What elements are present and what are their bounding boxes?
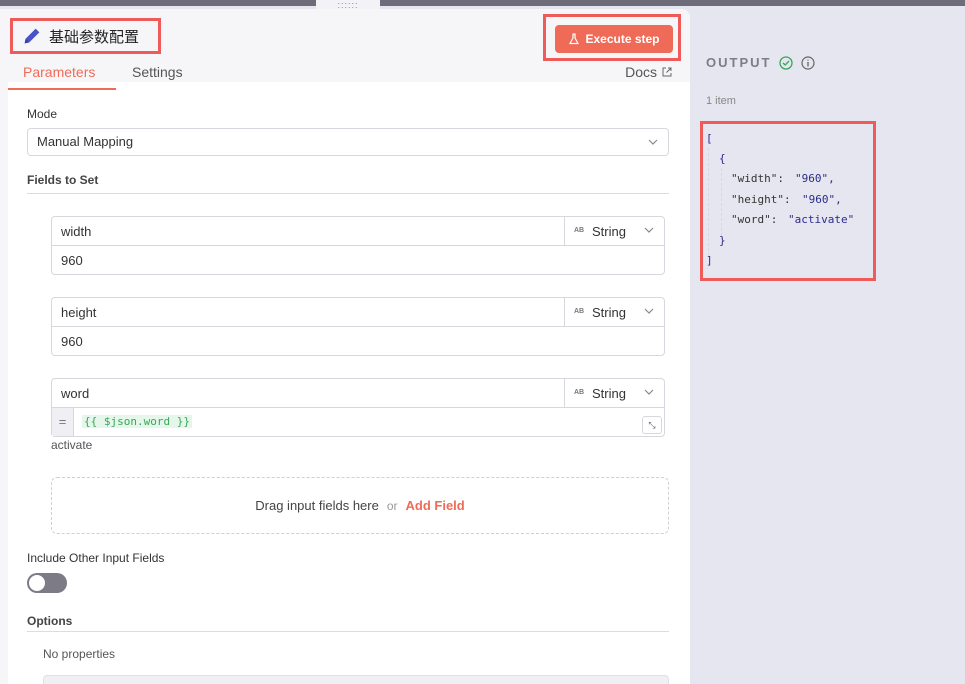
output-header: OUTPUT [706, 55, 816, 70]
expression-code: {{ $json.word }} [82, 415, 192, 428]
active-tab-indicator [8, 88, 116, 90]
type-label: String [592, 224, 626, 239]
json-value-width: "960", [795, 172, 835, 185]
field-height: height AB String 960 [51, 297, 665, 356]
add-option-select[interactable] [43, 675, 669, 684]
expression-equals-icon: = [52, 408, 74, 436]
open-expression-editor-icon[interactable]: ⤡ [642, 416, 662, 434]
chevron-down-icon [644, 308, 654, 314]
field-name-row: word AB String [52, 379, 664, 408]
output-title: OUTPUT [706, 55, 772, 70]
mode-select[interactable]: Manual Mapping [27, 128, 669, 156]
json-open-bracket: [ [706, 132, 713, 145]
field-name-row: height AB String [52, 298, 664, 327]
execute-step-button[interactable]: Execute step [555, 25, 673, 53]
json-value-height: "960", [802, 193, 842, 206]
dropzone-or: or [386, 498, 398, 513]
no-properties-text: No properties [43, 647, 116, 661]
string-type-icon: AB [574, 389, 585, 396]
execute-step-label: Execute step [585, 32, 660, 46]
field-value: 960 [61, 334, 83, 349]
flask-icon [569, 33, 580, 45]
tab-settings[interactable]: Settings [132, 64, 183, 80]
tab-bar: Parameters Settings Docs [8, 58, 690, 90]
execute-highlight: Execute step [543, 14, 681, 61]
chevron-down-icon [644, 389, 654, 395]
json-key-word: "word": [731, 213, 778, 226]
field-name-input[interactable]: height [61, 305, 96, 320]
json-guide [708, 148, 709, 256]
json-value-word: "activate" [788, 213, 855, 226]
json-open-brace: { [719, 152, 726, 165]
type-label: String [592, 305, 626, 320]
string-type-icon: AB [574, 227, 585, 234]
include-other-label: Include Other Input Fields [27, 551, 165, 565]
toggle-knob [29, 575, 45, 591]
type-label: String [592, 386, 626, 401]
fields-to-set-label: Fields to Set [27, 173, 99, 187]
field-value-input[interactable]: 960 [52, 246, 664, 274]
field-name-input[interactable]: word [61, 386, 89, 401]
dropzone-text: Drag input fields here [255, 498, 379, 513]
type-select[interactable]: AB String [564, 379, 664, 407]
field-value-input[interactable]: 960 [52, 327, 664, 355]
type-select[interactable]: AB String [564, 217, 664, 245]
tab-parameters[interactable]: Parameters [23, 64, 95, 80]
expression-preview: activate [51, 438, 93, 452]
node-title[interactable]: 基础参数配置 [10, 18, 161, 54]
external-link-icon [662, 67, 672, 77]
include-other-toggle[interactable] [27, 573, 67, 593]
top-bar [0, 0, 965, 6]
mode-label: Mode [27, 107, 58, 121]
node-title-text: 基础参数配置 [49, 28, 140, 46]
type-select[interactable]: AB String [564, 298, 664, 326]
string-type-icon: AB [574, 308, 585, 315]
field-width: width AB String 960 [51, 216, 665, 275]
mode-value: Manual Mapping [37, 134, 134, 149]
options-label: Options [27, 614, 73, 628]
field-name-row: width AB String [52, 217, 664, 246]
json-output: [ { "width": "960", "height": "960", "wo… [700, 121, 876, 281]
options-divider [27, 631, 669, 632]
json-key-width: "width": [731, 172, 784, 185]
docs-link[interactable]: Docs [625, 64, 672, 80]
chevron-down-icon [644, 227, 654, 233]
item-count: 1 item [706, 95, 736, 107]
check-circle-icon [779, 55, 794, 70]
chevron-down-icon [648, 139, 658, 145]
expression-input[interactable]: = {{ $json.word }} ⤡ [52, 408, 664, 436]
info-icon[interactable] [801, 55, 816, 70]
docs-label: Docs [625, 64, 657, 80]
json-guide [721, 168, 722, 236]
json-close-bracket: ] [706, 254, 713, 267]
json-close-brace: } [719, 234, 726, 247]
field-name-input[interactable]: width [61, 224, 91, 239]
field-dropzone[interactable]: Drag input fields here or Add Field [51, 477, 669, 534]
pencil-icon [24, 28, 40, 44]
json-key-height: "height": [731, 193, 791, 206]
field-word: word AB String = {{ $json.word }} ⤡ [51, 378, 665, 437]
add-field-button[interactable]: Add Field [406, 498, 465, 513]
fields-divider [27, 193, 669, 194]
field-value: 960 [61, 253, 83, 268]
